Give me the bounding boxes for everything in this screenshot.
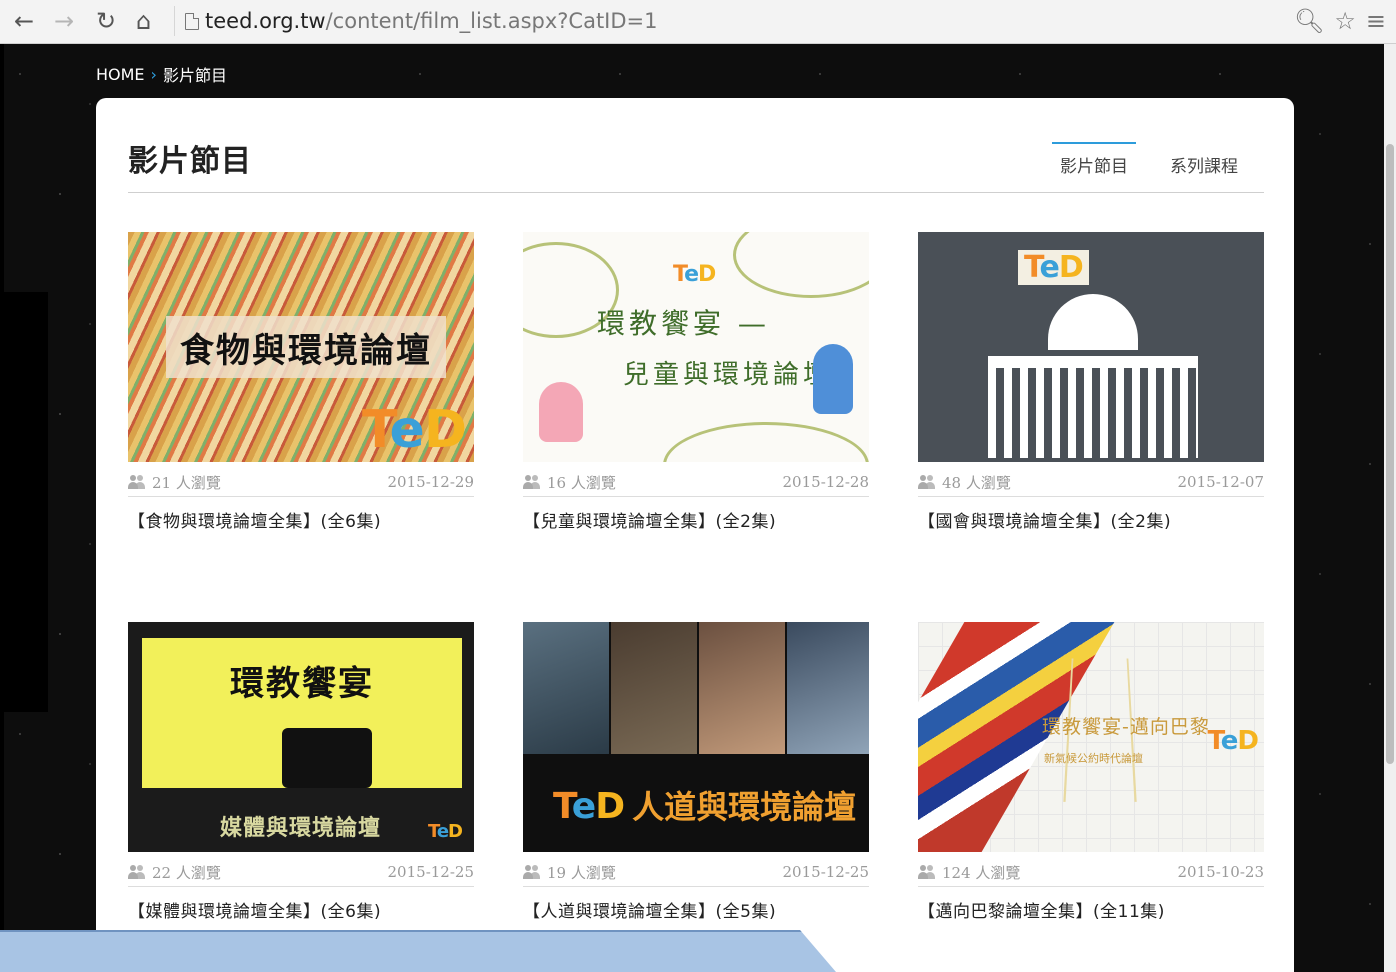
film-title[interactable]: 【兒童與環境論壇全集】(全2集) — [523, 507, 869, 532]
thumbnail-caption: 媒體與環境論壇 — [220, 816, 382, 841]
ted-logo: TeD — [361, 400, 467, 460]
film-card[interactable]: 環教饗宴 媒體與環境論壇 TeD 22 人瀏覽 2015-12-25 【媒體與環… — [128, 622, 474, 922]
photo-strip — [699, 622, 785, 754]
page-icon — [185, 12, 199, 30]
breadcrumb: HOME › 影片節目 — [96, 62, 227, 86]
film-card[interactable]: 食物與環境論壇 TeD 21 人瀏覽 2015-12-29 【食物與環境論壇全集… — [128, 232, 474, 532]
ted-logo: TeD — [553, 786, 625, 827]
film-title[interactable]: 【食物與環境論壇全集】(全6集) — [128, 507, 474, 532]
film-card[interactable]: 環教饗宴-邁向巴黎 新氣候公約時代論壇 TeD 124 人瀏覽 2015-10-… — [918, 622, 1264, 922]
photo-strip — [787, 622, 869, 754]
film-thumbnail[interactable]: TeD 環教饗宴 — 兒童與環境論壇 — [523, 232, 869, 462]
title-divider — [128, 192, 1264, 193]
boy-illustration — [813, 344, 853, 414]
people-icon — [918, 864, 936, 880]
view-count: 19 人瀏覽 — [547, 863, 616, 882]
thumbnail-caption: 環教饗宴 — [230, 664, 374, 704]
people-icon — [523, 864, 541, 880]
vertical-scrollbar[interactable] — [1384, 44, 1396, 972]
ted-logo: TeD — [1018, 250, 1089, 285]
girl-illustration — [539, 382, 583, 442]
view-count: 21 人瀏覽 — [152, 473, 221, 492]
category-tabs: 影片節目 系列課程 — [1052, 142, 1246, 187]
vine-decoration — [663, 422, 869, 462]
thumbnail-caption: 兒童與環境論壇 — [623, 360, 834, 390]
bookmark-star-icon[interactable]: ☆ — [1334, 6, 1356, 36]
thumbnail-caption: 人道與環境論壇 — [632, 788, 857, 826]
film-title[interactable]: 【邁向巴黎論壇全集】(全11集) — [918, 897, 1264, 922]
menu-icon[interactable]: ≡ — [1366, 6, 1386, 36]
breadcrumb-current: 影片節目 — [162, 66, 227, 85]
zoom-icon[interactable]: 🔍︎ — [1294, 6, 1324, 36]
film-thumbnail[interactable]: 環教饗宴 媒體與環境論壇 TeD — [128, 622, 474, 852]
film-card[interactable]: TeD 人道與環境論壇 19 人瀏覽 2015-12-25 【人道與環境論壇全集… — [523, 622, 869, 922]
content-panel: 影片節目 影片節目 系列課程 食物與環境論壇 TeD 21 人瀏覽 2015-1… — [96, 98, 1294, 972]
thumbnail-caption: 食物與環境論壇 — [166, 316, 446, 378]
film-date: 2015-12-29 — [387, 473, 474, 491]
reload-icon[interactable]: ↻ — [96, 6, 116, 36]
film-title[interactable]: 【媒體與環境論壇全集】(全6集) — [128, 897, 474, 922]
film-thumbnail[interactable]: TeD — [918, 232, 1264, 462]
film-date: 2015-10-23 — [1177, 863, 1264, 881]
view-count: 16 人瀏覽 — [547, 473, 616, 492]
thumbnail-caption: 環教饗宴 — — [597, 307, 770, 340]
breadcrumb-separator-icon: › — [150, 64, 157, 84]
scrollbar-thumb[interactable] — [1386, 144, 1394, 764]
back-arrow-icon[interactable]: ← — [14, 6, 34, 36]
film-date: 2015-12-25 — [782, 863, 869, 881]
thumbnail-caption: 新氣候公約時代論壇 — [1044, 752, 1143, 765]
film-date: 2015-12-07 — [1177, 473, 1264, 491]
tab-series-courses[interactable]: 系列課程 — [1162, 142, 1246, 187]
view-count: 22 人瀏覽 — [152, 863, 221, 882]
people-icon — [523, 474, 541, 490]
people-icon — [128, 864, 146, 880]
photo-strip — [611, 622, 697, 754]
film-thumbnail[interactable]: 食物與環境論壇 TeD — [128, 232, 474, 462]
film-date: 2015-12-28 — [782, 473, 869, 491]
ted-logo: TeD — [1207, 726, 1259, 756]
thumbnail-caption-row: TeD 人道與環境論壇 — [553, 782, 856, 828]
address-bar[interactable]: teed.org.tw /content/film_list.aspx?CatI… — [174, 6, 1294, 36]
film-thumbnail[interactable]: 環教饗宴-邁向巴黎 新氣候公約時代論壇 TeD — [918, 622, 1264, 852]
bottom-overlay-tab — [0, 930, 836, 972]
url-host: teed.org.tw — [205, 9, 326, 33]
browser-toolbar: ← → ↻ ⌂ teed.org.tw /content/film_list.a… — [0, 0, 1396, 44]
capitol-columns-illustration — [988, 356, 1198, 458]
home-icon[interactable]: ⌂ — [136, 6, 151, 36]
vine-decoration — [733, 232, 869, 298]
view-count: 48 人瀏覽 — [942, 473, 1011, 492]
people-icon — [918, 474, 936, 490]
film-title[interactable]: 【國會與環境論壇全集】(全2集) — [918, 507, 1264, 532]
film-title[interactable]: 【人道與環境論壇全集】(全5集) — [523, 897, 869, 922]
thumbnail-background: 環教饗宴 — [142, 638, 462, 788]
forward-arrow-icon[interactable]: → — [54, 6, 74, 36]
left-dark-block — [0, 292, 48, 712]
page-title: 影片節目 — [128, 144, 252, 179]
capitol-dome-illustration — [1048, 294, 1138, 350]
thumbnail-caption: 環教饗宴-邁向巴黎 — [1042, 716, 1210, 738]
film-card[interactable]: TeD 48 人瀏覽 2015-12-07 【國會與環境論壇全集】(全2集) — [918, 232, 1264, 532]
ted-logo: TeD — [427, 821, 463, 842]
people-icon — [128, 474, 146, 490]
url-path: /content/film_list.aspx?CatID=1 — [325, 9, 658, 33]
view-count: 124 人瀏覽 — [942, 863, 1021, 882]
film-card[interactable]: TeD 環教饗宴 — 兒童與環境論壇 16 人瀏覽 2015-12-28 【兒童… — [523, 232, 869, 532]
film-date: 2015-12-25 — [387, 863, 474, 881]
breadcrumb-home[interactable]: HOME — [96, 65, 145, 84]
video-camera-illustration — [282, 728, 372, 788]
tab-films[interactable]: 影片節目 — [1052, 142, 1136, 187]
ted-logo: TeD — [673, 262, 716, 287]
film-thumbnail[interactable]: TeD 人道與環境論壇 — [523, 622, 869, 852]
photo-strip — [523, 622, 609, 754]
